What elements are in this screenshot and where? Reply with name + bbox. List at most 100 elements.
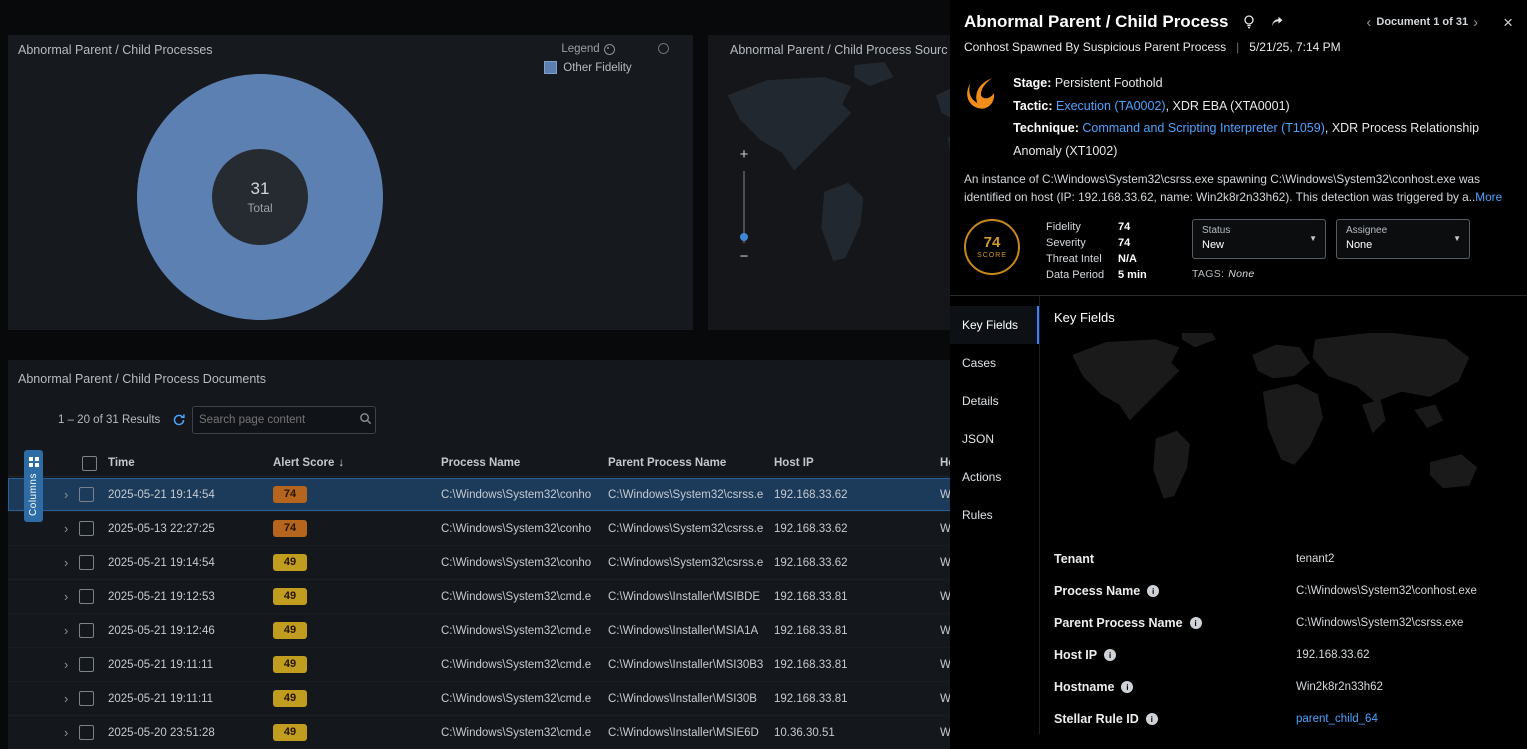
- panel-options-icon[interactable]: [658, 43, 669, 54]
- column-header-process-name[interactable]: Process Name: [441, 457, 608, 469]
- row-expand-icon[interactable]: ›: [64, 589, 68, 604]
- donut-center: 31 Total: [212, 149, 308, 245]
- assignee-dropdown[interactable]: Assignee None ▼: [1336, 219, 1470, 259]
- alert-score-badge: 49: [273, 588, 307, 605]
- column-header-host-ip[interactable]: Host IP: [774, 457, 940, 469]
- cell-process-name: C:\Windows\System32\cmd.e: [441, 625, 608, 637]
- chevron-down-icon: ▼: [1309, 234, 1317, 243]
- table-row[interactable]: ›2025-05-21 19:14:5474C:\Windows\System3…: [8, 478, 952, 512]
- column-header-parent-process-name[interactable]: Parent Process Name: [608, 457, 774, 469]
- search-input[interactable]: [193, 414, 359, 426]
- grid-icon: [29, 457, 39, 467]
- document-nav-label: Document 1 of 31: [1376, 16, 1468, 28]
- tab-key-fields[interactable]: Key Fields: [950, 306, 1039, 344]
- metric-label: Data Period: [1046, 269, 1118, 281]
- legend-item[interactable]: Other Fidelity: [513, 61, 663, 74]
- table-row[interactable]: ›2025-05-21 19:14:5449C:\Windows\System3…: [8, 546, 952, 580]
- share-icon[interactable]: [1269, 14, 1285, 30]
- source-map-panel: Abnormal Parent / Child Process Sourc + …: [708, 35, 952, 330]
- info-icon[interactable]: i: [1190, 617, 1202, 629]
- chevron-down-icon: ▼: [1453, 234, 1461, 243]
- info-icon[interactable]: i: [1121, 681, 1133, 693]
- tab-cases[interactable]: Cases: [950, 344, 1039, 382]
- table-row[interactable]: ›2025-05-21 19:12:4649C:\Windows\System3…: [8, 614, 952, 648]
- prev-document-icon[interactable]: ‹: [1361, 14, 1376, 31]
- tactic-label: Tactic:: [1013, 99, 1052, 113]
- cell-process-name: C:\Windows\System32\cmd.e: [441, 693, 608, 705]
- row-checkbox[interactable]: [79, 657, 94, 672]
- info-icon[interactable]: i: [1146, 713, 1158, 725]
- tab-json[interactable]: JSON: [950, 420, 1039, 458]
- zoom-in-button[interactable]: +: [734, 147, 754, 163]
- donut-total-label: Total: [247, 201, 272, 215]
- row-expand-icon[interactable]: ›: [64, 521, 68, 536]
- columns-button[interactable]: Columns: [24, 450, 43, 522]
- field-label: Parent Process Namei: [1054, 616, 1296, 630]
- row-expand-icon[interactable]: ›: [64, 657, 68, 672]
- tab-actions[interactable]: Actions: [950, 458, 1039, 496]
- row-checkbox[interactable]: [79, 555, 94, 570]
- status-dropdown[interactable]: Status New ▼: [1192, 219, 1326, 259]
- row-expand-icon[interactable]: ›: [64, 725, 68, 740]
- table-body: ›2025-05-21 19:14:5474C:\Windows\System3…: [8, 478, 952, 749]
- row-checkbox[interactable]: [79, 589, 94, 604]
- table-row[interactable]: ›2025-05-20 23:51:2849C:\Windows\System3…: [8, 716, 952, 749]
- key-field-row: Process NameiC:\Windows\System32\conhost…: [1054, 575, 1527, 607]
- technique-link[interactable]: Command and Scripting Interpreter (T1059…: [1082, 121, 1324, 135]
- legend-settings-icon[interactable]: [604, 44, 615, 55]
- alert-detail-drawer: Abnormal Parent / Child Process ‹ Docume…: [950, 0, 1527, 749]
- column-header-time[interactable]: Time: [108, 457, 273, 469]
- zoom-slider-thumb[interactable]: [740, 233, 748, 241]
- info-icon[interactable]: i: [1147, 585, 1159, 597]
- row-checkbox[interactable]: [79, 623, 94, 638]
- row-checkbox[interactable]: [79, 521, 94, 536]
- cell-parent-process-name: C:\Windows\Installer\MSIBDE: [608, 591, 774, 603]
- metric-value: 74: [1118, 221, 1170, 233]
- field-value[interactable]: parent_child_64: [1296, 713, 1378, 725]
- tab-rules[interactable]: Rules: [950, 496, 1039, 534]
- drawer-title: Abnormal Parent / Child Process: [964, 12, 1229, 32]
- alert-score-badge: 49: [273, 656, 307, 673]
- zoom-out-button[interactable]: −: [734, 249, 754, 265]
- search-icon[interactable]: [359, 412, 372, 428]
- detail-tabs: Key FieldsCasesDetailsJSONActionsRules: [950, 296, 1040, 734]
- cell-parent-process-name: C:\Windows\Installer\MSIE6D: [608, 727, 774, 739]
- zoom-slider[interactable]: [743, 171, 745, 243]
- donut-chart[interactable]: 31 Total: [137, 74, 383, 320]
- table-row[interactable]: ›2025-05-21 19:12:5349C:\Windows\System3…: [8, 580, 952, 614]
- cell-time: 2025-05-13 22:27:25: [108, 523, 273, 535]
- cell-parent-process-name: C:\Windows\Installer\MSI30B3: [608, 659, 774, 671]
- row-expand-icon[interactable]: ›: [64, 691, 68, 706]
- tactic-link[interactable]: Execution (TA0002): [1056, 99, 1166, 113]
- more-link[interactable]: More: [1475, 190, 1502, 204]
- row-checkbox[interactable]: [79, 487, 94, 502]
- close-icon[interactable]: ×: [1503, 14, 1513, 31]
- key-field-row: Stellar Rule IDiparent_child_64: [1054, 703, 1527, 734]
- next-document-icon[interactable]: ›: [1468, 14, 1483, 31]
- column-header-alert-score[interactable]: Alert Score↓: [273, 457, 441, 469]
- tab-details[interactable]: Details: [950, 382, 1039, 420]
- cell-host-ip: 192.168.33.62: [774, 523, 940, 535]
- lightbulb-icon[interactable]: [1241, 14, 1257, 30]
- cell-host-ip: 192.168.33.62: [774, 557, 940, 569]
- table-row[interactable]: ›2025-05-21 19:11:1149C:\Windows\System3…: [8, 682, 952, 716]
- stellar-flame-icon: [964, 72, 997, 114]
- cell-process-name: C:\Windows\System32\conho: [441, 523, 608, 535]
- row-expand-icon[interactable]: ›: [64, 555, 68, 570]
- map-zoom-control: + −: [734, 147, 754, 265]
- metric-label: Fidelity: [1046, 221, 1118, 233]
- world-map: [1054, 333, 1524, 539]
- table-row[interactable]: ›2025-05-21 19:11:1149C:\Windows\System3…: [8, 648, 952, 682]
- field-label: Hostnamei: [1054, 680, 1296, 694]
- row-expand-icon[interactable]: ›: [64, 623, 68, 638]
- cell-process-name: C:\Windows\System32\cmd.e: [441, 727, 608, 739]
- info-icon[interactable]: i: [1104, 649, 1116, 661]
- cell-host-ip: 192.168.33.81: [774, 625, 940, 637]
- row-checkbox[interactable]: [79, 725, 94, 740]
- row-expand-icon[interactable]: ›: [64, 487, 68, 502]
- row-checkbox[interactable]: [79, 691, 94, 706]
- cell-parent-process-name: C:\Windows\Installer\MSIA1A: [608, 625, 774, 637]
- select-all-checkbox[interactable]: [82, 456, 97, 471]
- refresh-icon[interactable]: [172, 413, 186, 427]
- table-row[interactable]: ›2025-05-13 22:27:2574C:\Windows\System3…: [8, 512, 952, 546]
